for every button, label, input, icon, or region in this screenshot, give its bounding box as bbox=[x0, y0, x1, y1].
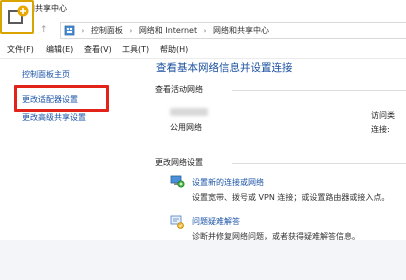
access-type-label: 访问类 bbox=[371, 111, 395, 120]
address-bar[interactable]: › 控制面板 › 网络和 Internet › 网络和共享中心 bbox=[60, 22, 406, 39]
breadcrumb-separator-icon: › bbox=[81, 27, 85, 35]
breadcrumb-separator-icon: › bbox=[129, 27, 133, 35]
menu-help[interactable]: 帮助(H) bbox=[160, 44, 188, 55]
page-title: 查看基本网络信息并设置连接 bbox=[156, 62, 293, 74]
screen-add-icon bbox=[8, 5, 29, 24]
highlight-box bbox=[14, 85, 109, 112]
control-panel-icon bbox=[64, 25, 75, 36]
connections-label: 连接: bbox=[371, 125, 390, 134]
setup-connection-link[interactable]: 设置新的连接或网络 bbox=[192, 177, 264, 188]
address-bar-row: ↑ › 控制面板 › 网络和 Internet › 网络和共享中心 bbox=[0, 20, 406, 40]
menu-view[interactable]: 查看(V) bbox=[84, 44, 112, 55]
menu-file[interactable]: 文件(F) bbox=[7, 44, 34, 55]
up-arrow-icon[interactable]: ↑ bbox=[40, 25, 48, 35]
menu-bar: 文件(F) 编辑(E) 查看(V) 工具(T) 帮助(H) bbox=[0, 41, 406, 57]
troubleshoot-link[interactable]: 问题疑难解答 bbox=[192, 216, 240, 227]
troubleshoot-description: 诊断并修复网络问题，或者获得疑难解答信息。 bbox=[192, 232, 360, 240]
active-networks-label: 查看活动网络 bbox=[155, 85, 203, 94]
breadcrumb-separator-icon: › bbox=[203, 27, 207, 35]
title-bar: 络和共享中心 bbox=[0, 0, 406, 20]
section-divider bbox=[232, 163, 406, 164]
breadcrumb-item[interactable]: 网络和共享中心 bbox=[213, 23, 269, 38]
app-overlay-icon bbox=[0, 0, 34, 34]
network-name-redacted bbox=[170, 108, 208, 116]
network-setup-icon bbox=[170, 175, 185, 188]
network-sharing-center-window: 络和共享中心 ↑ › 控制面板 › 网络和 Internet › 网络和共享中心… bbox=[0, 0, 406, 240]
menu-tools[interactable]: 工具(T) bbox=[122, 44, 149, 55]
sidebar-item-advanced-sharing[interactable]: 更改高级共享设置 bbox=[22, 112, 86, 123]
troubleshoot-icon bbox=[170, 215, 184, 229]
sidebar-item-control-panel-home[interactable]: 控制面板主页 bbox=[22, 69, 70, 80]
setup-connection-description: 设置宽带、拨号或 VPN 连接；或设置路由器或接入点。 bbox=[192, 193, 390, 202]
menu-edit[interactable]: 编辑(E) bbox=[46, 44, 73, 55]
network-type: 公用网络 bbox=[170, 123, 202, 132]
breadcrumb-item[interactable]: 控制面板 bbox=[91, 23, 123, 38]
section-divider bbox=[232, 90, 406, 91]
breadcrumb-item[interactable]: 网络和 Internet bbox=[139, 23, 197, 38]
change-network-settings-label: 更改网络设置 bbox=[155, 158, 203, 167]
